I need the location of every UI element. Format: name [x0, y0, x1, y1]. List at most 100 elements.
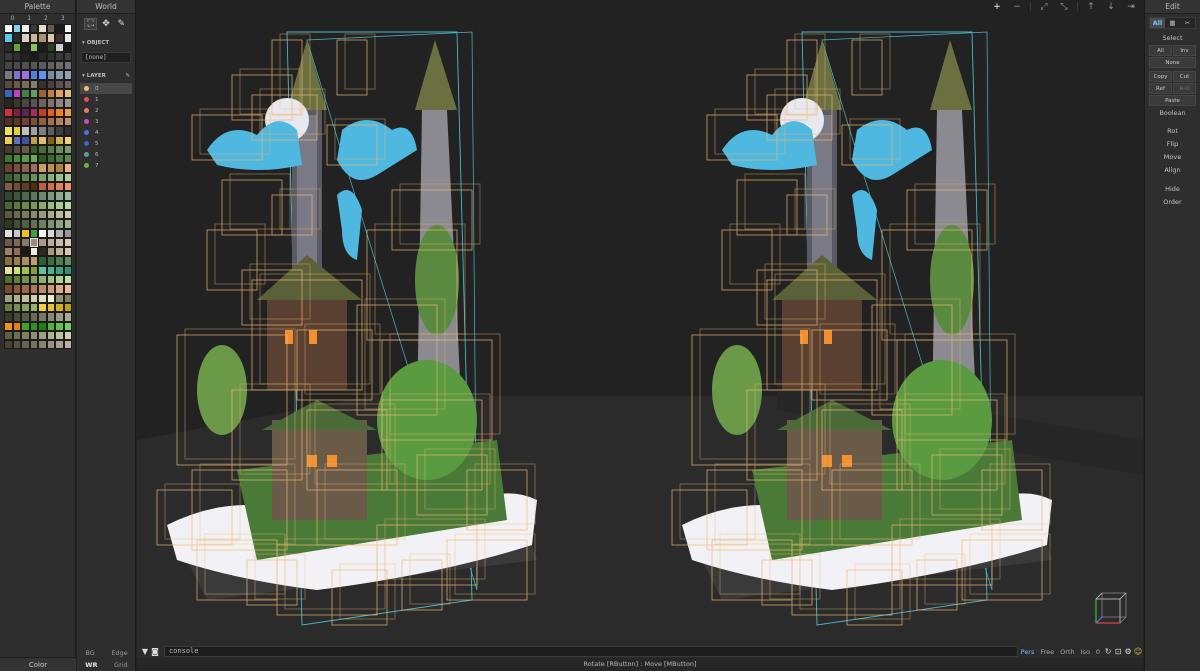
- palette-swatch[interactable]: [12, 219, 21, 229]
- remove-icon[interactable]: −: [1007, 0, 1027, 13]
- palette-swatch[interactable]: [12, 330, 21, 341]
- palette-swatch[interactable]: [63, 293, 72, 303]
- palette-swatch[interactable]: [55, 228, 64, 238]
- align-action[interactable]: Align: [1145, 164, 1200, 177]
- flip-action[interactable]: Flip: [1145, 138, 1200, 151]
- palette-swatch[interactable]: [63, 79, 72, 90]
- palette-swatch[interactable]: [46, 61, 55, 71]
- palette-swatch[interactable]: [46, 182, 55, 192]
- palette-swatch[interactable]: [63, 154, 72, 164]
- palette-swatch[interactable]: [55, 191, 64, 201]
- ref-off-button[interactable]: R-O: [1173, 83, 1196, 94]
- palette-swatch[interactable]: [4, 312, 13, 322]
- palette-swatch[interactable]: [38, 191, 47, 201]
- palette-swatch[interactable]: [63, 200, 72, 210]
- palette-swatch[interactable]: [38, 312, 47, 322]
- select-invert-button[interactable]: Inv: [1173, 45, 1196, 56]
- palette-swatch[interactable]: [12, 256, 21, 266]
- palette-swatch[interactable]: [4, 191, 13, 201]
- shrink-icon[interactable]: ⤡: [1054, 0, 1074, 13]
- palette-swatch[interactable]: [38, 275, 47, 285]
- palette-swatch[interactable]: [38, 209, 47, 220]
- palette-swatch[interactable]: [55, 219, 64, 229]
- palette-swatch[interactable]: [29, 154, 38, 164]
- palette-swatch[interactable]: [46, 51, 55, 62]
- palette-swatch[interactable]: [46, 312, 55, 322]
- palette-swatch[interactable]: [29, 98, 38, 108]
- palette-swatch[interactable]: [12, 340, 21, 350]
- palette-swatch[interactable]: [21, 191, 30, 201]
- palette-swatch[interactable]: [63, 135, 72, 145]
- palette-swatch[interactable]: [46, 107, 55, 117]
- layer-row[interactable]: 0: [80, 83, 132, 94]
- object-field[interactable]: [none]: [81, 52, 131, 63]
- wr-toggle[interactable]: WR: [85, 659, 97, 671]
- palette-swatch[interactable]: [46, 172, 55, 183]
- palette-swatch[interactable]: [55, 340, 64, 350]
- palette-swatch[interactable]: [21, 51, 30, 62]
- palette-swatch[interactable]: [46, 116, 55, 127]
- palette-swatch[interactable]: [4, 237, 13, 248]
- palette-swatch[interactable]: [46, 209, 55, 220]
- palette-swatch[interactable]: [63, 126, 72, 136]
- palette-swatch[interactable]: [21, 330, 30, 341]
- edge-toggle[interactable]: Edge: [111, 647, 127, 659]
- palette-swatch[interactable]: [55, 321, 64, 331]
- palette-swatch[interactable]: [63, 98, 72, 108]
- palette-swatch[interactable]: [12, 293, 21, 303]
- palette-swatch[interactable]: [12, 172, 21, 183]
- palette-swatch[interactable]: [4, 24, 13, 34]
- view-orth[interactable]: Orth: [1057, 648, 1077, 656]
- layer-row[interactable]: 5: [80, 138, 132, 149]
- palette-swatch[interactable]: [55, 51, 64, 62]
- palette-swatch[interactable]: [12, 191, 21, 201]
- palette-swatch[interactable]: [12, 237, 21, 248]
- palette-swatch[interactable]: [12, 163, 21, 173]
- palette-swatch[interactable]: [12, 51, 21, 62]
- palette-swatch[interactable]: [4, 79, 13, 90]
- palette-swatch[interactable]: [29, 163, 38, 173]
- palette-swatch[interactable]: [38, 321, 47, 331]
- palette-swatch[interactable]: [63, 61, 72, 71]
- palette-swatch[interactable]: [46, 70, 55, 80]
- palette-swatch[interactable]: [21, 219, 30, 229]
- palette-swatch[interactable]: [46, 200, 55, 210]
- palette-swatch[interactable]: [55, 247, 64, 257]
- palette-swatch[interactable]: [63, 247, 72, 257]
- boolean-label[interactable]: Boolean: [1145, 107, 1200, 119]
- palette-swatch[interactable]: [29, 237, 38, 248]
- palette-swatch[interactable]: [29, 126, 38, 136]
- palette-swatch[interactable]: [46, 89, 55, 99]
- palette-swatch[interactable]: [38, 340, 47, 350]
- palette-swatch[interactable]: [63, 33, 72, 43]
- palette-swatch[interactable]: [21, 312, 30, 322]
- palette-swatch[interactable]: [46, 163, 55, 173]
- palette-swatch[interactable]: [29, 293, 38, 303]
- camera-icon[interactable]: ◙: [150, 647, 160, 657]
- arrow-right-end-icon[interactable]: ⇥: [1121, 0, 1141, 13]
- palette-swatch[interactable]: [55, 42, 64, 52]
- palette-swatch[interactable]: [38, 107, 47, 117]
- palette-swatch[interactable]: [12, 247, 21, 257]
- cut-button[interactable]: Cut: [1173, 71, 1196, 82]
- palette-swatch[interactable]: [46, 284, 55, 294]
- palette-swatch[interactable]: [21, 154, 30, 164]
- frame-icon[interactable]: ⊡: [1113, 647, 1123, 657]
- palette-swatch[interactable]: [38, 70, 47, 80]
- palette-swatch[interactable]: [12, 154, 21, 164]
- palette-swatch[interactable]: [38, 126, 47, 136]
- palette-swatch[interactable]: [4, 70, 13, 80]
- palette-swatch[interactable]: [4, 302, 13, 313]
- palette-swatch[interactable]: [46, 219, 55, 229]
- palette-swatch[interactable]: [38, 116, 47, 127]
- palette-swatch[interactable]: [21, 200, 30, 210]
- palette-swatch[interactable]: [63, 256, 72, 266]
- palette-swatch[interactable]: [21, 256, 30, 266]
- rotate-action[interactable]: Rot: [1145, 125, 1200, 138]
- palette-col-2[interactable]: 2: [38, 14, 55, 24]
- palette-swatch[interactable]: [12, 265, 21, 276]
- palette-swatch[interactable]: [21, 144, 30, 155]
- palette-swatch[interactable]: [29, 256, 38, 266]
- palette-swatch[interactable]: [12, 228, 21, 238]
- palette-swatch[interactable]: [21, 247, 30, 257]
